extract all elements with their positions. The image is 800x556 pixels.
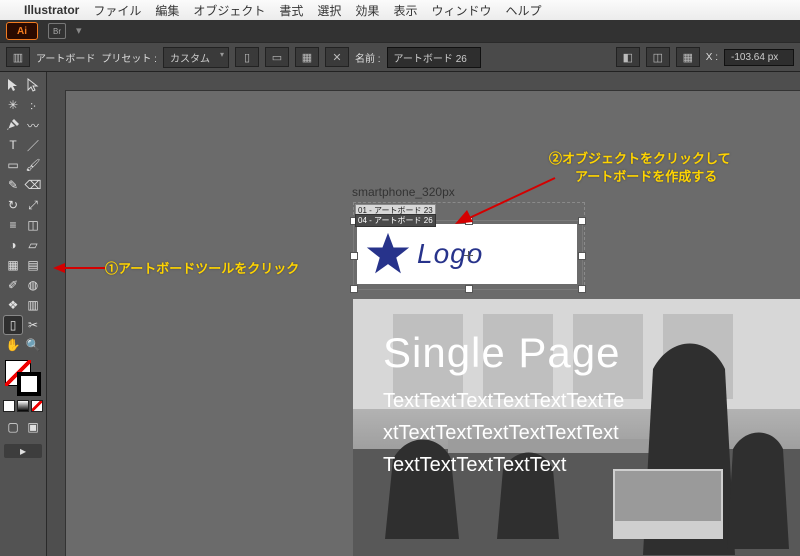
selection-tool[interactable] <box>4 76 22 94</box>
preset-label: プリセット : <box>101 50 157 65</box>
name-label: 名前 : <box>355 50 381 65</box>
menu-help[interactable]: ヘルプ <box>505 2 541 19</box>
rectangle-tool[interactable]: ▭ <box>4 156 22 174</box>
ruler-vertical[interactable] <box>47 90 66 556</box>
artboard-mode-icon[interactable]: ▥ <box>6 47 30 67</box>
mode-label: アートボード <box>36 50 95 65</box>
free-transform-tool[interactable]: ◫ <box>24 216 42 234</box>
artboard-group-label: smartphone_320px <box>352 185 455 199</box>
direct-selection-tool[interactable] <box>24 76 42 94</box>
stroke-swatch[interactable] <box>17 372 41 396</box>
reference-point-icon[interactable]: ▦ <box>676 47 700 67</box>
symbol-sprayer-tool[interactable]: ❖ <box>4 296 22 314</box>
artboard-name-field[interactable]: アートボード 26 <box>387 47 481 68</box>
toolbox-toggle[interactable]: ▸ <box>4 444 42 458</box>
delete-artboard-icon[interactable]: ✕ <box>325 47 349 67</box>
menu-type[interactable]: 書式 <box>279 2 303 19</box>
options-bar: ▥ アートボード プリセット : カスタム ▯ ▭ ▦ ✕ 名前 : アートボー… <box>0 42 800 72</box>
perspective-tool[interactable]: ▱ <box>24 236 42 254</box>
ruler-horizontal[interactable] <box>65 72 800 91</box>
artboard-center-icon <box>464 251 473 260</box>
paintbrush-tool[interactable]: 🖌 <box>24 156 42 174</box>
mac-menubar: Illustrator ファイル 編集 オブジェクト 書式 選択 効果 表示 ウ… <box>0 0 800 20</box>
preset-dropdown[interactable]: カスタム <box>163 47 229 68</box>
magic-wand-tool[interactable]: ✳ <box>4 96 22 114</box>
curvature-tool[interactable]: 〰 <box>24 116 42 134</box>
canvas[interactable]: smartphone_320px Logo 01 - アートボード 23 04 … <box>47 72 800 556</box>
mesh-tool[interactable]: ▦ <box>4 256 22 274</box>
menu-file[interactable]: ファイル <box>93 2 141 19</box>
rotate-tool[interactable]: ↻ <box>4 196 22 214</box>
color-mode-swatches[interactable] <box>3 400 43 412</box>
gradient-tool[interactable]: ▤ <box>24 256 42 274</box>
tools-panel: ✳჻ 〰 T／ ▭🖌 ✎⌫ ↻⤢ ≡◫ ◑▱ ▦▤ ✐◍ ❖▥ ▯✂ ✋🔍 ▢▣… <box>0 72 47 556</box>
scale-tool[interactable]: ⤢ <box>24 196 42 214</box>
pencil-tool[interactable]: ✎ <box>4 176 22 194</box>
menu-edit[interactable]: 編集 <box>155 2 179 19</box>
lasso-tool[interactable]: ჻ <box>24 96 42 114</box>
hero-overlay: Single Page TextTextTextTextTextTextTe x… <box>353 299 800 556</box>
annotation-2-line1: ②オブジェクトをクリックして <box>549 148 731 167</box>
hero-body: TextTextTextTextTextTextTe xtTextTextTex… <box>383 377 771 481</box>
app-titlebar: Ai Br ▾ <box>0 20 800 42</box>
hero-image-artboard[interactable]: Single Page TextTextTextTextTextTextTe x… <box>353 299 800 556</box>
fill-stroke-control[interactable] <box>5 360 41 396</box>
orientation-portrait-icon[interactable]: ▯ <box>235 47 259 67</box>
zoom-tool[interactable]: 🔍 <box>24 336 42 354</box>
width-tool[interactable]: ≡ <box>4 216 22 234</box>
shape-builder-tool[interactable]: ◑ <box>4 236 22 254</box>
menu-view[interactable]: 表示 <box>393 2 417 19</box>
menu-window[interactable]: ウィンドウ <box>431 2 491 19</box>
artboard-tool[interactable]: ▯ <box>4 316 22 334</box>
annotation-2-line2: アートボードを作成する <box>575 166 717 185</box>
screen-mode-normal[interactable]: ▢ <box>4 418 22 436</box>
options-icon-2[interactable]: ◫ <box>646 47 670 67</box>
eraser-tool[interactable]: ⌫ <box>24 176 42 194</box>
options-icon-1[interactable]: ◧ <box>616 47 640 67</box>
eyedropper-tool[interactable]: ✐ <box>4 276 22 294</box>
line-tool[interactable]: ／ <box>24 136 42 154</box>
orientation-landscape-icon[interactable]: ▭ <box>265 47 289 67</box>
new-artboard-icon[interactable]: ▦ <box>295 47 319 67</box>
slice-tool[interactable]: ✂ <box>24 316 42 334</box>
menu-effect[interactable]: 効果 <box>355 2 379 19</box>
column-graph-tool[interactable]: ▥ <box>24 296 42 314</box>
menu-object[interactable]: オブジェクト <box>193 2 265 19</box>
pen-tool[interactable] <box>4 116 22 134</box>
screen-mode-full[interactable]: ▣ <box>24 418 42 436</box>
x-field[interactable]: -103.64 px <box>724 49 794 66</box>
hand-tool[interactable]: ✋ <box>4 336 22 354</box>
artboard-selection[interactable] <box>353 220 583 290</box>
x-label: X : <box>706 52 718 63</box>
illustrator-icon[interactable]: Ai <box>6 22 38 40</box>
menu-select[interactable]: 選択 <box>317 2 341 19</box>
ruler-origin[interactable] <box>47 72 66 91</box>
bridge-icon[interactable]: Br <box>48 23 66 39</box>
dropdown-icon[interactable]: ▾ <box>76 24 92 38</box>
menu-app[interactable]: Illustrator <box>24 3 79 17</box>
type-tool[interactable]: T <box>4 136 22 154</box>
blend-tool[interactable]: ◍ <box>24 276 42 294</box>
workspace: ✳჻ 〰 T／ ▭🖌 ✎⌫ ↻⤢ ≡◫ ◑▱ ▦▤ ✐◍ ❖▥ ▯✂ ✋🔍 ▢▣… <box>0 72 800 556</box>
annotation-1: ①アートボードツールをクリック <box>105 258 299 277</box>
artboard-tag-active[interactable]: 04 - アートボード 26 <box>355 214 436 227</box>
hero-title: Single Page <box>383 329 771 377</box>
